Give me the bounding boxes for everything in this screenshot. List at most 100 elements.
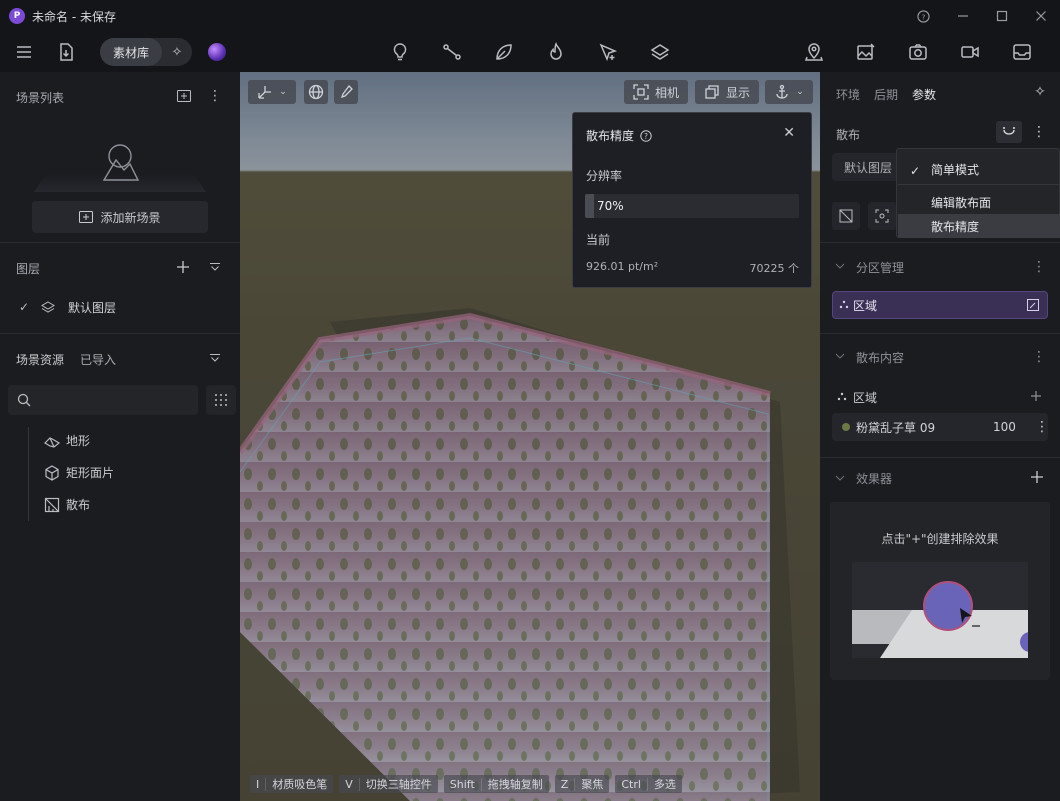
layer-stack-icon — [40, 300, 56, 314]
resources-imported-tab[interactable]: 已导入 — [80, 351, 116, 368]
resources-collapse-icon[interactable] — [208, 352, 222, 364]
display-label: 显示 — [725, 85, 750, 100]
chevron-down-icon: ⌄ — [796, 87, 804, 97]
scatter-title: 散布 — [836, 128, 861, 142]
video-icon[interactable] — [957, 39, 983, 65]
scatter-content-more-icon[interactable]: ⋮ — [1032, 348, 1046, 366]
tree-item-scatter[interactable]: 散布 — [44, 496, 90, 513]
menu-item-scatter-precision[interactable]: 散布精度 — [898, 214, 1060, 238]
image-edit-icon[interactable] — [853, 39, 879, 65]
material-orb-icon[interactable] — [208, 43, 226, 61]
add-scene-icon[interactable] — [176, 89, 192, 103]
minimize-icon[interactable] — [943, 0, 982, 32]
menu-icon[interactable] — [11, 39, 37, 65]
dots-icon — [839, 300, 849, 309]
eyedropper-button[interactable] — [334, 80, 358, 104]
hint-text: 聚焦 — [581, 778, 604, 791]
maximize-icon[interactable] — [982, 0, 1021, 32]
resolution-slider[interactable]: 70% — [585, 194, 799, 218]
layer-check-icon[interactable]: ✓ — [16, 300, 32, 314]
tree-item-rect-plane[interactable]: 矩形面片 — [44, 464, 114, 481]
help-icon[interactable]: ? — [904, 0, 943, 32]
close-window-icon[interactable] — [1021, 0, 1060, 32]
divider — [820, 333, 1060, 334]
tab-params[interactable]: 参数 — [912, 86, 936, 103]
content-zone-label[interactable]: 区域 — [853, 389, 877, 406]
tab-post[interactable]: 后期 — [874, 86, 898, 103]
zone-mgmt-title: 分区管理 — [856, 261, 905, 275]
globe-button[interactable] — [304, 80, 328, 104]
fire-icon[interactable] — [543, 39, 569, 65]
grid-view-button[interactable] — [206, 385, 236, 415]
chevron-down-icon[interactable] — [834, 472, 846, 484]
map-pin-icon[interactable] — [801, 39, 827, 65]
zone-mgmt-more-icon[interactable]: ⋮ — [1032, 258, 1046, 276]
library-toggle[interactable]: 素材库 ✧ — [100, 38, 192, 66]
current-density: 926.01 pt/m² — [586, 260, 659, 273]
layers-collapse-icon[interactable] — [208, 261, 222, 273]
display-button[interactable]: 显示 — [695, 80, 759, 104]
transform-tool-button[interactable]: ⌄ — [248, 80, 296, 104]
scene-more-icon[interactable]: ⋮ — [208, 88, 222, 104]
zone-label: 区域 — [853, 298, 878, 313]
effects-hint: 点击"+"创建排除效果 — [881, 532, 999, 546]
resource-search-input[interactable] — [8, 385, 198, 415]
divider — [0, 242, 240, 243]
focus-button[interactable] — [868, 202, 896, 230]
empty-scene-illustration — [34, 122, 206, 200]
ai-sparkle-icon[interactable]: ✧ — [1032, 84, 1048, 100]
hint-item: V 切换三轴控件 — [339, 775, 438, 793]
ai-sparkle-icon[interactable]: ✧ — [162, 45, 192, 60]
menu-item-label: 散布精度 — [931, 219, 980, 234]
camera-icon[interactable] — [905, 39, 931, 65]
layers-icon[interactable] — [647, 39, 673, 65]
scatter-mode-button[interactable] — [996, 121, 1022, 143]
scatter-item-row[interactable]: 粉黛乱子草 09 100 ⋮ — [832, 413, 1049, 441]
scatter-item-count[interactable]: 100 — [993, 420, 1016, 434]
add-layer-icon[interactable] — [175, 259, 191, 275]
scene-list-title: 场景列表 — [16, 91, 65, 105]
menu-item-edit-surface[interactable]: 编辑散布面 — [898, 190, 1060, 214]
add-content-icon[interactable] — [1029, 389, 1043, 403]
scatter-more-icon[interactable]: ⋮ — [1032, 123, 1046, 141]
hint-item: Ctrl 多选 — [615, 775, 682, 793]
tree-item-label: 地形 — [66, 434, 91, 448]
display-layers-icon — [705, 85, 719, 99]
scatter-surface-icon — [839, 209, 853, 223]
slider-fill — [585, 194, 594, 218]
hint-key: Z — [555, 777, 576, 791]
light-bulb-icon[interactable] — [387, 39, 413, 65]
smile-icon — [1003, 127, 1015, 135]
pointer-plus-icon[interactable] — [595, 39, 621, 65]
hint-key: I — [250, 777, 267, 791]
path-icon[interactable] — [439, 39, 465, 65]
camera-view-button[interactable]: 相机 — [624, 80, 688, 104]
add-scene-button[interactable]: 添加新场景 — [32, 201, 208, 233]
library-button[interactable]: 素材库 — [100, 38, 162, 66]
resources-title[interactable]: 场景资源 — [16, 351, 64, 368]
right-tabs: 环境 后期 参数 — [836, 86, 936, 103]
popup-title: 散布精度 — [586, 129, 635, 143]
check-icon: ✓ — [910, 164, 921, 178]
default-layer-label[interactable]: 默认图层 — [68, 299, 116, 316]
add-effect-icon[interactable] — [1029, 469, 1045, 485]
import-icon[interactable] — [53, 39, 79, 65]
scatter-surface-button[interactable] — [832, 202, 860, 230]
window-title: 未命名 - 未保存 — [32, 9, 116, 24]
scatter-precision-popup: 散布精度 ? ✕ 分辨率 70% 当前 926.01 pt/m² 70225 个 — [572, 112, 812, 288]
help-icon[interactable]: ? — [640, 129, 652, 142]
edit-icon[interactable] — [1027, 299, 1039, 311]
chevron-down-icon[interactable] — [834, 260, 846, 272]
anchor-button[interactable]: ⌄ — [765, 80, 813, 104]
scatter-item-more-icon[interactable]: ⋮ — [1035, 419, 1049, 435]
hint-text: 材质吸色笔 — [272, 778, 328, 791]
inbox-icon[interactable] — [1009, 39, 1035, 65]
tree-item-terrain[interactable]: 地形 — [44, 432, 90, 449]
leaf-icon[interactable] — [491, 39, 517, 65]
zone-item[interactable]: 区域 — [832, 291, 1048, 319]
menu-item-simple-mode[interactable]: ✓ 简单模式 — [898, 157, 1060, 181]
popup-close-icon[interactable]: ✕ — [783, 125, 795, 141]
tab-environment[interactable]: 环境 — [836, 86, 860, 103]
chevron-down-icon[interactable] — [834, 350, 846, 362]
plant-thumb-icon — [842, 423, 850, 431]
